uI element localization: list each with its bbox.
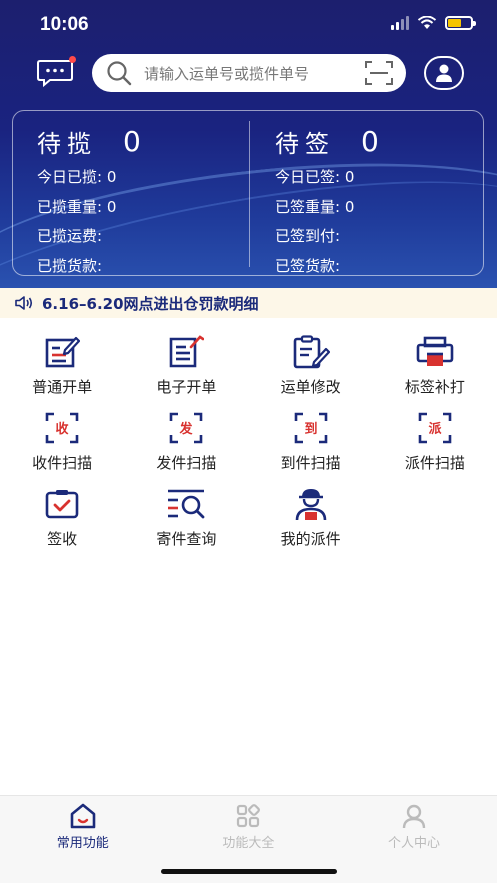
- tab-common-functions[interactable]: 常用功能: [0, 796, 166, 883]
- tab-label: 个人中心: [387, 836, 440, 851]
- function-label: 电子开单: [156, 378, 217, 396]
- function-label: 派件扫描: [404, 454, 465, 472]
- stats-panel: 待揽 0 今日已揽: 0 已揽重量: 0 已揽运费: 已揽货款: 待签 0 今日…: [12, 110, 484, 276]
- printer-icon: [416, 336, 454, 366]
- function-label: 我的派件: [280, 530, 341, 548]
- function-label: 普通开单: [32, 378, 93, 396]
- message-button[interactable]: [36, 56, 76, 88]
- scan-code-icon[interactable]: [364, 60, 394, 86]
- home-indicator[interactable]: [161, 869, 337, 874]
- svg-text:发: 发: [179, 421, 194, 437]
- function-label: 标签补打: [404, 378, 465, 396]
- profile-button[interactable]: [424, 56, 464, 90]
- function-shipment-query[interactable]: 寄件查询: [124, 484, 248, 560]
- form-edit-icon: [45, 336, 81, 368]
- grid-icon: [237, 804, 261, 828]
- search-input[interactable]: 请输入运单号或揽件单号: [144, 63, 364, 84]
- function-receive-scan[interactable]: 收 收件扫描: [0, 408, 124, 484]
- wifi-icon: [417, 16, 437, 29]
- function-normal-order[interactable]: 普通开单: [0, 332, 124, 408]
- tab-label: 功能大全: [222, 836, 275, 851]
- search-icon: [107, 61, 132, 86]
- function-label: 运单修改: [280, 378, 341, 396]
- scan-send-icon: 发: [170, 412, 203, 444]
- function-arrive-scan[interactable]: 到 到件扫描: [249, 408, 373, 484]
- function-send-scan[interactable]: 发 发件扫描: [124, 408, 248, 484]
- function-electronic-order[interactable]: 电子开单: [124, 332, 248, 408]
- home-icon: [70, 803, 96, 829]
- svg-text:派: 派: [428, 422, 442, 437]
- svg-text:收: 收: [56, 421, 70, 437]
- function-label: 寄件查询: [156, 530, 217, 548]
- function-dispatch-scan[interactable]: 派 派件扫描: [373, 408, 497, 484]
- document-edit-icon: [170, 335, 205, 368]
- function-sign[interactable]: 签收: [0, 484, 124, 560]
- clipboard-edit-icon: [293, 335, 330, 369]
- function-label: 收件扫描: [32, 454, 93, 472]
- function-label: 到件扫描: [280, 454, 341, 472]
- function-label: 签收: [47, 530, 78, 548]
- grid-empty-slot: [373, 484, 497, 560]
- status-bar: 10:06: [0, 0, 497, 50]
- scan-arrive-icon: 到: [294, 412, 327, 444]
- sign-check-icon: [45, 490, 79, 519]
- status-time: 10:06: [40, 14, 89, 35]
- svg-text:到: 到: [304, 422, 317, 437]
- collected-count: 0: [123, 124, 141, 158]
- function-grid: 普通开单 电子开单 运单修改 标签补打 收 收件扫描 发 发件扫描 到 到件扫描…: [0, 332, 497, 560]
- courier-icon: [295, 489, 326, 521]
- notice-text[interactable]: 6.16–6.20网点进出仓罚款明细: [42, 293, 259, 314]
- collected-stats[interactable]: 待揽 0 今日已揽: 0 已揽重量: 0 已揽运费: 已揽货款:: [37, 111, 267, 281]
- person-icon: [402, 804, 426, 829]
- scan-dispatch-icon: 派: [418, 412, 452, 444]
- speaker-icon: [15, 296, 33, 310]
- function-my-dispatch[interactable]: 我的派件: [249, 484, 373, 560]
- tab-personal-center[interactable]: 个人中心: [331, 796, 497, 883]
- app-screen: 10:06 请输入运单号或揽件单号 待揽 0 今日已揽: 0 已揽重量: 0 已…: [0, 0, 497, 883]
- status-icons: [391, 16, 476, 30]
- scan-receive-icon: 收: [45, 412, 79, 444]
- signed-today: 今日已签: 0: [275, 168, 355, 186]
- chat-icon: [37, 60, 73, 88]
- header: 10:06 请输入运单号或揽件单号 待揽 0 今日已揽: 0 已揽重量: 0 已…: [0, 0, 497, 288]
- function-label: 发件扫描: [156, 454, 217, 472]
- search-list-icon: [168, 489, 205, 519]
- collected-payment: 已揽货款:: [37, 256, 103, 275]
- collected-title: 待揽: [37, 129, 97, 158]
- unread-dot: [69, 56, 76, 63]
- user-icon: [436, 64, 452, 82]
- notice-bar[interactable]: 6.16–6.20网点进出仓罚款明细: [0, 288, 497, 318]
- collected-today: 今日已揽: 0: [37, 168, 117, 186]
- signed-count: 0: [361, 124, 379, 158]
- search-bar[interactable]: 请输入运单号或揽件单号: [92, 54, 406, 92]
- function-label-reprint[interactable]: 标签补打: [373, 332, 497, 408]
- battery-icon: [445, 16, 476, 30]
- signal-icon: [391, 16, 409, 30]
- signed-payment: 已签货款:: [275, 256, 341, 275]
- signed-title: 待签: [275, 129, 335, 158]
- collected-freight: 已揽运费:: [37, 227, 103, 245]
- signed-stats[interactable]: 待签 0 今日已签: 0 已签重量: 0 已签到付: 已签货款:: [275, 111, 497, 281]
- signed-cod: 已签到付:: [275, 227, 341, 245]
- signed-weight: 已签重量: 0: [275, 197, 355, 216]
- tab-label: 常用功能: [56, 836, 109, 851]
- collected-weight: 已揽重量: 0: [37, 197, 117, 216]
- function-waybill-edit[interactable]: 运单修改: [249, 332, 373, 408]
